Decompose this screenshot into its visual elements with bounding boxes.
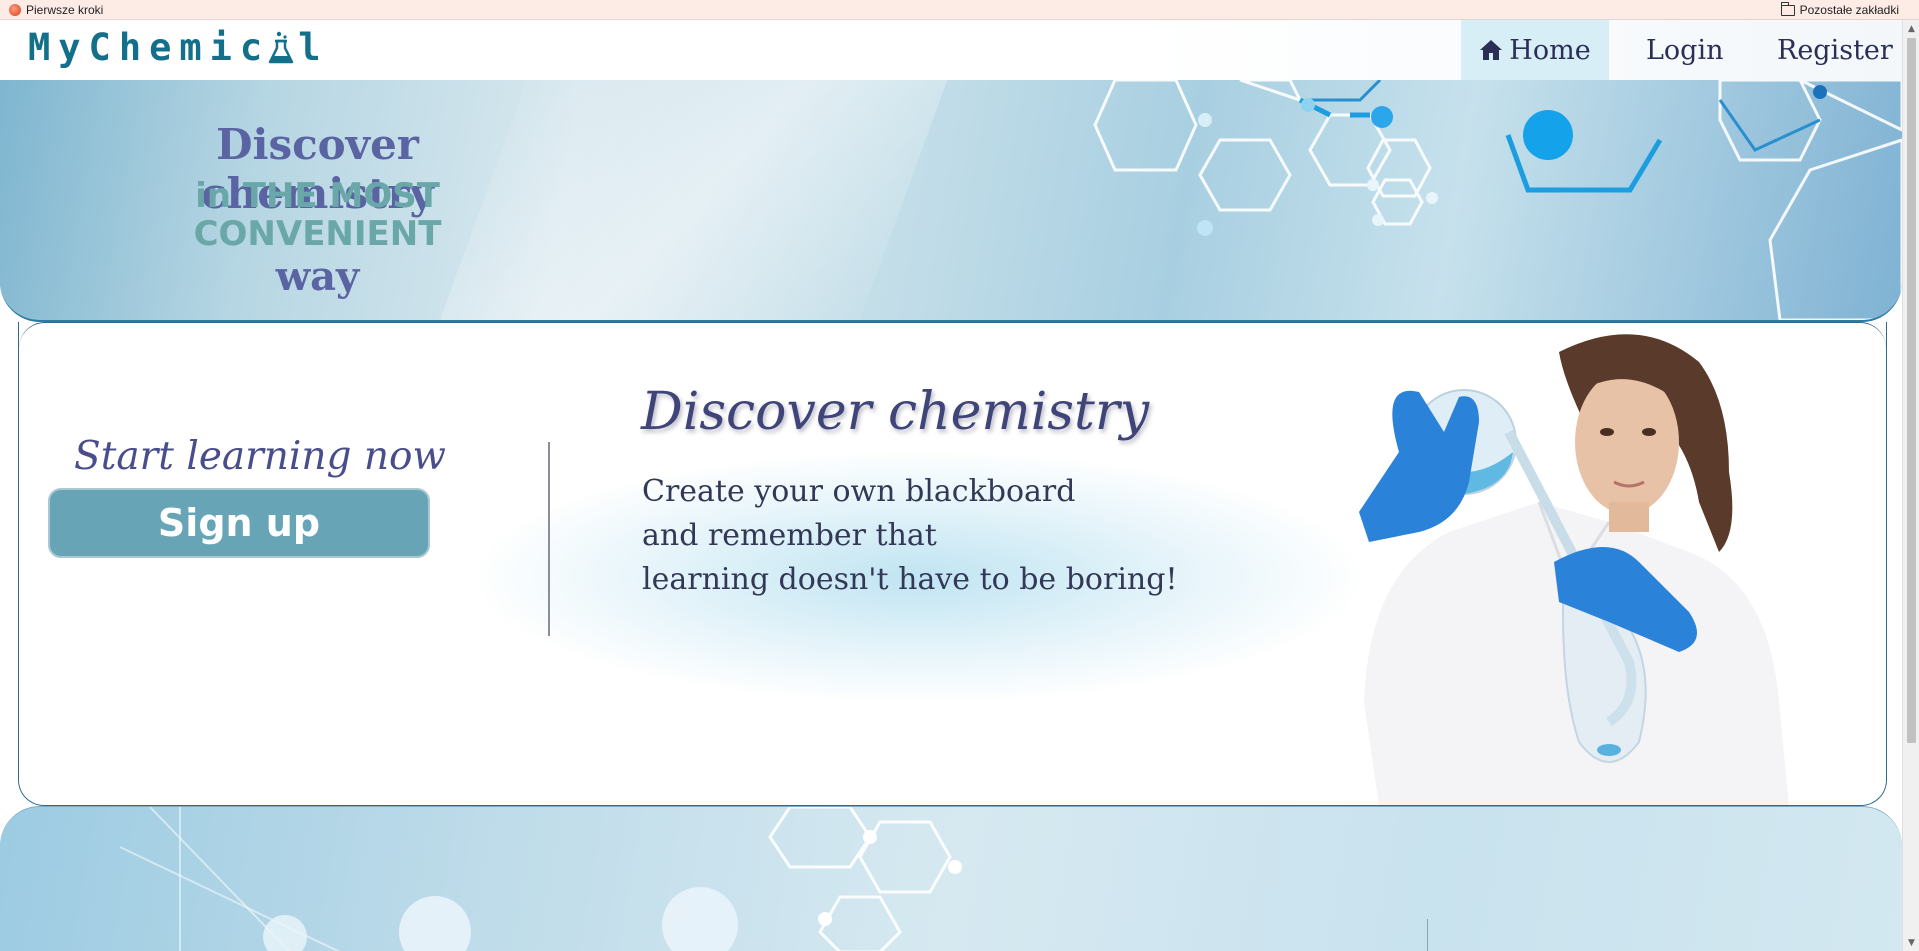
nav-register-label: Register bbox=[1777, 34, 1893, 66]
discover-title: Discover chemistry bbox=[641, 382, 1150, 442]
nav-login-label: Login bbox=[1646, 34, 1724, 66]
hero-subtitle: in THE MOST CONVENIENT bbox=[120, 177, 515, 253]
logo-text-end: l bbox=[298, 26, 329, 69]
logo-text: MyChemic bbox=[28, 26, 271, 69]
scroll-down-arrow-icon[interactable]: ▼ bbox=[1903, 934, 1919, 951]
bottom-divider bbox=[1427, 919, 1428, 951]
scroll-thumb[interactable] bbox=[1907, 38, 1916, 743]
tagline-line-2: and remember that bbox=[642, 518, 937, 553]
bookmark-favicon-icon bbox=[9, 4, 21, 16]
tagline: Create your own blackboard and remember … bbox=[642, 470, 1178, 602]
hero-subtitle-line-1: in THE MOST bbox=[195, 176, 440, 216]
bookmarks-bar: Pierwsze kroki Pozostałe zakładki bbox=[0, 0, 1919, 20]
bookmark-pierwsze-kroki[interactable]: Pierwsze kroki bbox=[9, 3, 103, 17]
folder-icon bbox=[1780, 1, 1795, 16]
scroll-up-arrow-icon[interactable]: ▲ bbox=[1903, 20, 1919, 37]
nav-login[interactable]: Login bbox=[1646, 20, 1724, 80]
molecule-illustration bbox=[1093, 80, 1902, 320]
tagline-line-1: Create your own blackboard bbox=[642, 474, 1076, 509]
vertical-divider bbox=[548, 442, 550, 636]
nav-home-label: Home bbox=[1509, 34, 1591, 66]
logo[interactable]: MyChemic l bbox=[28, 26, 329, 69]
tagline-line-3: learning doesn't have to be boring! bbox=[642, 562, 1178, 597]
hero-banner: Discover chemistry in THE MOST CONVENIEN… bbox=[0, 80, 1902, 322]
intro-card: Start learning now Sign up Discover chem… bbox=[18, 322, 1887, 806]
bottom-section bbox=[0, 806, 1902, 951]
navbar: MyChemic l Home Login Register bbox=[0, 20, 1902, 80]
flask-icon bbox=[268, 31, 294, 63]
bookmark-other-folder[interactable]: Pozostałe zakładki bbox=[1780, 1, 1899, 17]
home-icon bbox=[1480, 40, 1503, 60]
nav-home[interactable]: Home bbox=[1461, 20, 1609, 80]
start-learning-text: Start learning now bbox=[74, 434, 446, 479]
bookmark-label: Pierwsze kroki bbox=[26, 3, 104, 17]
bookmark-folder-label: Pozostałe zakładki bbox=[1799, 3, 1899, 17]
signup-button[interactable]: Sign up bbox=[48, 488, 430, 558]
bottom-molecule-illustration bbox=[119, 807, 962, 951]
vertical-scrollbar[interactable]: ▲ ▼ bbox=[1902, 20, 1919, 951]
scientist-image bbox=[1359, 334, 1789, 805]
nav-register[interactable]: Register bbox=[1777, 20, 1893, 80]
hero-subtitle-line-2: CONVENIENT bbox=[193, 214, 442, 254]
hero-way: way bbox=[275, 253, 360, 300]
